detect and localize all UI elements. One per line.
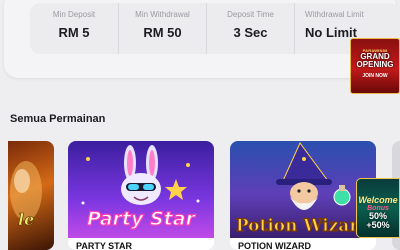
stats-row: Min Deposit RM 5 Min Withdrawal RM 50 De… [30, 3, 400, 54]
stat-label: Deposit Time [227, 10, 274, 19]
promo-welcome-title: Welcome [358, 195, 398, 205]
potion-wizard-art: Potion Wizard [230, 141, 376, 238]
welcome-bonus-promo-banner[interactable]: Welcome Bonus 50% +50% [356, 178, 400, 238]
stats-card: Min Deposit RM 5 Min Withdrawal RM 50 De… [4, 0, 400, 78]
potion-wizard-logo: Potion Wizard [236, 216, 370, 236]
stat-label: Min Withdrawal [135, 10, 190, 19]
stat-value: RM 5 [58, 25, 90, 40]
stat-deposit-time: Deposit Time 3 Sec [206, 3, 294, 54]
stat-value: RM 50 [143, 25, 182, 40]
game-tile-partial-left[interactable]: le [8, 141, 54, 250]
stat-label: Withdrawal Limit [305, 10, 364, 19]
game-name: POTION WIZARD [236, 239, 376, 250]
stat-label: Min Deposit [52, 10, 96, 19]
section-title: Semua Permainan [10, 113, 106, 125]
promo-welcome-percent-extra: +50% [366, 220, 390, 230]
promo-headline-2: OPENING [356, 60, 394, 69]
game-tile-potion-wizard[interactable]: Potion Wizard POTION WIZARD [230, 141, 376, 250]
party-star-logo: Party Star [87, 208, 197, 230]
game-name: PARTY STAR [74, 239, 214, 250]
grand-opening-promo-banner[interactable]: PARAWIN88 GRAND OPENING JOIN NOW [350, 38, 400, 94]
game-art-text: le [18, 210, 34, 229]
game-tile-party-star[interactable]: Party Star PARTY STAR [68, 141, 214, 250]
game-art: le [10, 161, 42, 229]
join-now-button[interactable]: JOIN NOW [351, 73, 399, 79]
stat-min-withdrawal: Min Withdrawal RM 50 [118, 3, 206, 54]
stat-min-deposit: Min Deposit RM 5 [30, 3, 118, 54]
stat-value: No Limit [305, 25, 357, 40]
party-star-art: Party Star [68, 141, 214, 238]
stat-value: 3 Sec [233, 25, 268, 40]
